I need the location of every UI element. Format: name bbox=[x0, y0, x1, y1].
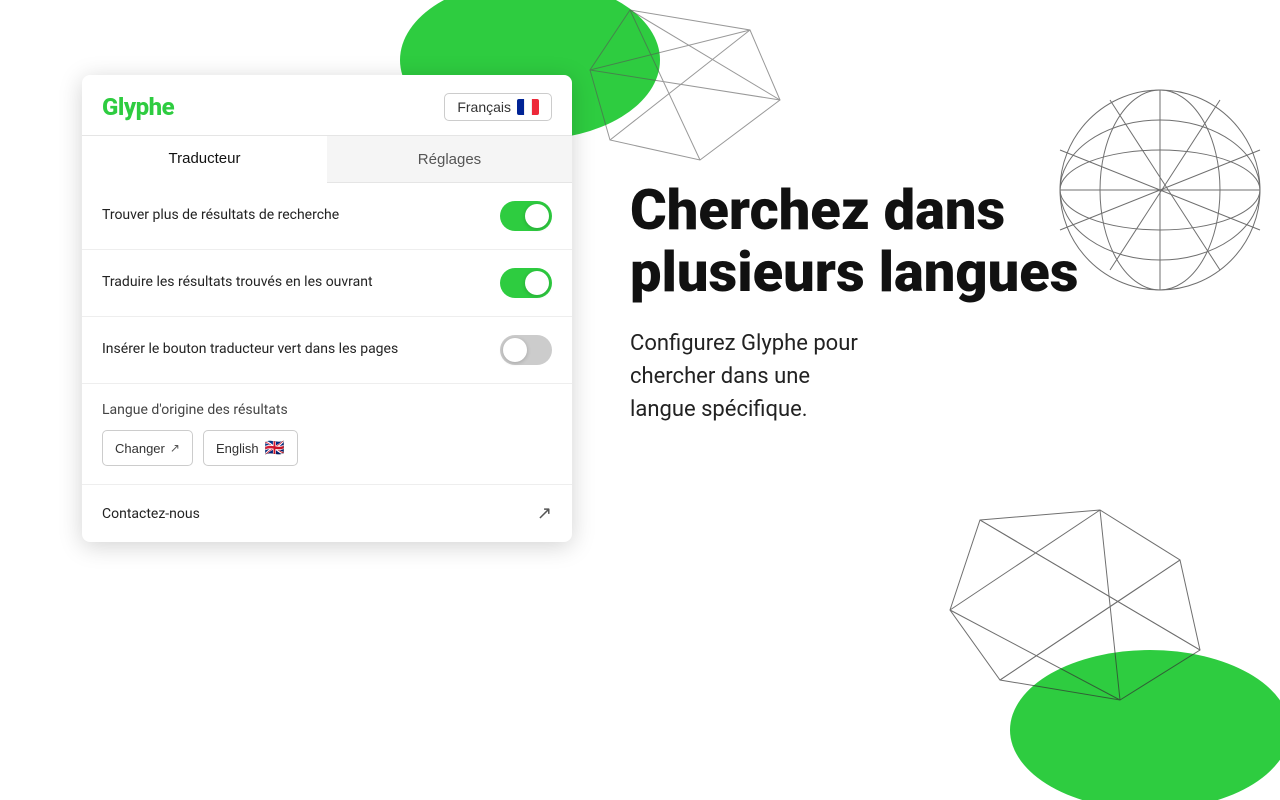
contact-external-link-icon[interactable]: ↗ bbox=[537, 503, 552, 524]
contact-row: Contactez-nous ↗ bbox=[82, 485, 572, 542]
language-origin-label: Langue d'origine des résultats bbox=[102, 402, 552, 418]
uk-flag-icon: 🇬🇧 bbox=[265, 438, 285, 458]
sub-heading: Configurez Glyphe pour chercher dans une… bbox=[630, 327, 1210, 426]
toggle-translate-results[interactable] bbox=[500, 268, 552, 298]
panel-header: Glyphe Français bbox=[82, 75, 572, 136]
french-flag-icon bbox=[517, 99, 539, 115]
current-language-label: English bbox=[216, 441, 259, 456]
language-selector-button[interactable]: Français bbox=[444, 93, 552, 121]
setting-translate-results-label: Traduire les résultats trouvés en les ou… bbox=[102, 273, 373, 293]
setting-insert-button-label: Insérer le bouton traducteur vert dans l… bbox=[102, 340, 398, 360]
toggle-insert-button[interactable] bbox=[500, 335, 552, 365]
changer-button[interactable]: Changer ↗ bbox=[102, 430, 193, 466]
tab-reglages[interactable]: Réglages bbox=[327, 136, 572, 182]
setting-find-more-results: Trouver plus de résultats de recherche bbox=[82, 183, 572, 250]
settings-panel: Glyphe Français Traducteur Réglages Trou… bbox=[82, 75, 572, 542]
external-link-icon: ↗ bbox=[170, 441, 180, 455]
current-language-button[interactable]: English 🇬🇧 bbox=[203, 430, 298, 466]
contact-label: Contactez-nous bbox=[102, 506, 200, 522]
language-origin-section: Langue d'origine des résultats Changer ↗… bbox=[82, 384, 572, 485]
main-heading: Cherchez dans plusieurs langues bbox=[630, 180, 1210, 303]
hero-section: Cherchez dans plusieurs langues Configur… bbox=[630, 180, 1210, 426]
app-logo: Glyphe bbox=[102, 93, 174, 121]
tab-traducteur[interactable]: Traducteur bbox=[82, 136, 327, 183]
setting-find-more-results-label: Trouver plus de résultats de recherche bbox=[102, 206, 339, 226]
toggle-find-more-results[interactable] bbox=[500, 201, 552, 231]
tab-bar: Traducteur Réglages bbox=[82, 136, 572, 183]
language-label: Français bbox=[457, 99, 511, 115]
setting-translate-results: Traduire les résultats trouvés en les ou… bbox=[82, 250, 572, 317]
setting-insert-button: Insérer le bouton traducteur vert dans l… bbox=[82, 317, 572, 384]
language-buttons-row: Changer ↗ English 🇬🇧 bbox=[102, 430, 552, 466]
